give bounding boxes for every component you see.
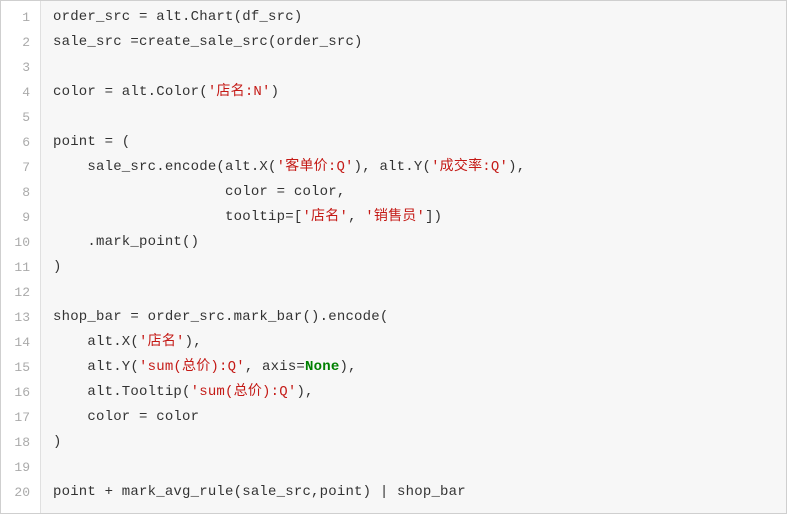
code-line: tooltip=['店名', '销售员']) <box>53 205 786 230</box>
code-line: point + mark_avg_rule(sale_src,point) | … <box>53 480 786 505</box>
code-token: ) <box>271 84 280 100</box>
code-token: '成交率:Q' <box>431 159 508 175</box>
code-line: color = color <box>53 405 786 430</box>
line-number: 5 <box>1 105 40 130</box>
code-token: alt.Tooltip( <box>53 384 191 400</box>
code-area[interactable]: order_src = alt.Chart(df_src) sale_src =c… <box>41 1 786 513</box>
code-token: 'sum(总价):Q' <box>139 359 245 375</box>
code-line: ) <box>53 255 786 280</box>
code-token: alt.X( <box>53 334 139 350</box>
line-number: 20 <box>1 480 40 505</box>
code-line <box>53 55 786 80</box>
code-token: shop_bar = order_src.mark_bar().encode( <box>53 309 388 325</box>
code-line: order_src = alt.Chart(df_src) <box>53 5 786 30</box>
code-token: point + mark_avg_rule(sale_src,point) | … <box>53 484 466 500</box>
code-token: '店名:N' <box>208 84 271 100</box>
line-number: 9 <box>1 205 40 230</box>
line-number: 13 <box>1 305 40 330</box>
line-number: 14 <box>1 330 40 355</box>
code-token: ), <box>296 384 313 400</box>
code-line: color = alt.Color('店名:N') <box>53 80 786 105</box>
code-line: sale_src =create_sale_src(order_src) <box>53 30 786 55</box>
code-token: sale_src.encode(alt.X( <box>53 159 277 175</box>
code-line: color = color, <box>53 180 786 205</box>
line-number: 1 <box>1 5 40 30</box>
line-number: 15 <box>1 355 40 380</box>
code-token: point = ( <box>53 134 130 150</box>
code-token: color = alt.Color( <box>53 84 208 100</box>
code-line: shop_bar = order_src.mark_bar().encode( <box>53 305 786 330</box>
code-token: 'sum(总价):Q' <box>191 384 297 400</box>
line-number: 4 <box>1 80 40 105</box>
code-token: tooltip=[ <box>53 209 302 225</box>
line-number: 12 <box>1 280 40 305</box>
line-number: 6 <box>1 130 40 155</box>
line-number: 18 <box>1 430 40 455</box>
line-number: 16 <box>1 380 40 405</box>
line-number-gutter: 1234567891011121314151617181920 <box>1 1 41 513</box>
code-token: '销售员' <box>365 209 425 225</box>
line-number: 17 <box>1 405 40 430</box>
code-line: point = ( <box>53 130 786 155</box>
code-token: alt.Y( <box>53 359 139 375</box>
code-token: ), <box>185 334 202 350</box>
code-token: ) <box>53 434 62 450</box>
code-token: color = color, <box>53 184 345 200</box>
line-number: 11 <box>1 255 40 280</box>
code-token: color = color <box>53 409 199 425</box>
line-number: 7 <box>1 155 40 180</box>
code-token: , axis= <box>245 359 305 375</box>
code-line <box>53 455 786 480</box>
line-number: 19 <box>1 455 40 480</box>
code-line: alt.X('店名'), <box>53 330 786 355</box>
line-number: 3 <box>1 55 40 80</box>
code-line: alt.Y('sum(总价):Q', axis=None), <box>53 355 786 380</box>
code-token: , <box>348 209 365 225</box>
code-line: alt.Tooltip('sum(总价):Q'), <box>53 380 786 405</box>
line-number: 10 <box>1 230 40 255</box>
code-line <box>53 280 786 305</box>
code-line: ) <box>53 430 786 455</box>
code-token: ) <box>53 259 62 275</box>
code-token: '客单价:Q' <box>277 159 354 175</box>
code-line <box>53 105 786 130</box>
code-block: 1234567891011121314151617181920 order_sr… <box>0 0 787 514</box>
code-token: ), alt.Y( <box>354 159 431 175</box>
code-token: '店名' <box>302 209 348 225</box>
code-token: ), <box>339 359 356 375</box>
code-token: ]) <box>425 209 442 225</box>
code-token: sale_src =create_sale_src(order_src) <box>53 34 363 50</box>
code-token: '店名' <box>139 334 185 350</box>
code-token: ), <box>508 159 525 175</box>
code-token: None <box>305 359 339 375</box>
code-token: .mark_point() <box>53 234 199 250</box>
code-line: .mark_point() <box>53 230 786 255</box>
code-line: sale_src.encode(alt.X('客单价:Q'), alt.Y('成… <box>53 155 786 180</box>
line-number: 8 <box>1 180 40 205</box>
code-token: order_src = alt.Chart(df_src) <box>53 9 302 25</box>
line-number: 2 <box>1 30 40 55</box>
